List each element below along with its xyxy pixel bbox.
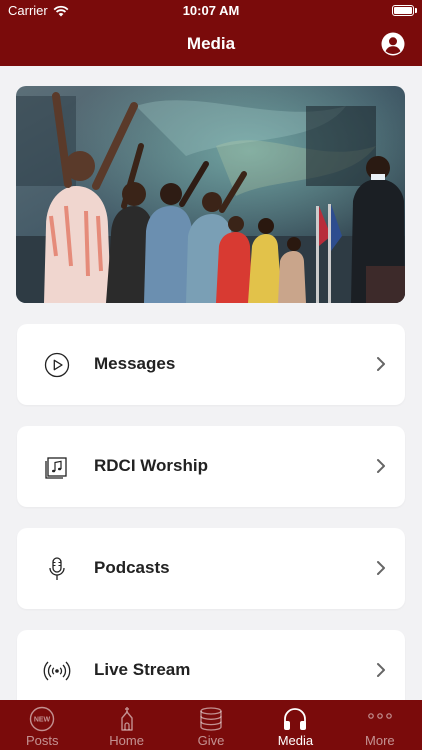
more-dots-icon — [368, 713, 392, 719]
music-album-icon — [45, 457, 67, 479]
tab-label: Home — [109, 733, 144, 748]
tab-label: Media — [277, 733, 314, 748]
page-title: Media — [186, 34, 236, 53]
tab-more[interactable]: More — [338, 700, 422, 750]
broadcast-icon — [43, 661, 71, 681]
menu-item-podcasts[interactable]: Podcasts — [17, 528, 405, 609]
menu-item-label: RDCI Worship — [94, 456, 208, 475]
new-badge-text: NEW — [34, 717, 51, 724]
worship-photo — [16, 86, 405, 303]
new-badge-icon: NEW — [30, 706, 55, 732]
tab-bar: NEW Posts Home Give Media More — [0, 700, 422, 750]
hero-image — [16, 86, 405, 303]
tab-label: Give — [197, 733, 225, 748]
menu-item-live-stream[interactable]: Live Stream — [17, 630, 405, 711]
menu-item-label: Live Stream — [94, 660, 191, 679]
menu-item-label: Messages — [94, 354, 176, 373]
chevron-right-icon — [377, 459, 385, 473]
profile-icon[interactable] — [381, 32, 405, 56]
status-bar: Carrier 10:07 AM — [0, 0, 422, 22]
tab-posts[interactable]: NEW Posts — [0, 700, 84, 750]
tab-label: Posts — [25, 733, 59, 748]
tab-media[interactable]: Media — [253, 700, 337, 750]
menu-item-label: Podcasts — [94, 558, 170, 577]
microphone-icon — [49, 557, 65, 580]
menu-item-messages[interactable]: Messages — [17, 324, 405, 405]
tab-give[interactable]: Give — [169, 700, 253, 750]
status-time: 10:07 AM — [182, 3, 240, 18]
chevron-right-icon — [377, 561, 385, 575]
chevron-right-icon — [377, 663, 385, 677]
chevron-right-icon — [377, 357, 385, 371]
battery-icon — [392, 5, 417, 16]
coins-icon — [200, 707, 222, 731]
headphones-icon — [284, 708, 307, 730]
play-circle-icon — [44, 352, 70, 378]
app-header: Carrier 10:07 AM Media — [0, 0, 422, 66]
menu-item-rdci-worship[interactable]: RDCI Worship — [17, 426, 405, 507]
tab-home[interactable]: Home — [84, 700, 168, 750]
church-icon — [120, 707, 133, 731]
tab-label: More — [365, 733, 395, 748]
